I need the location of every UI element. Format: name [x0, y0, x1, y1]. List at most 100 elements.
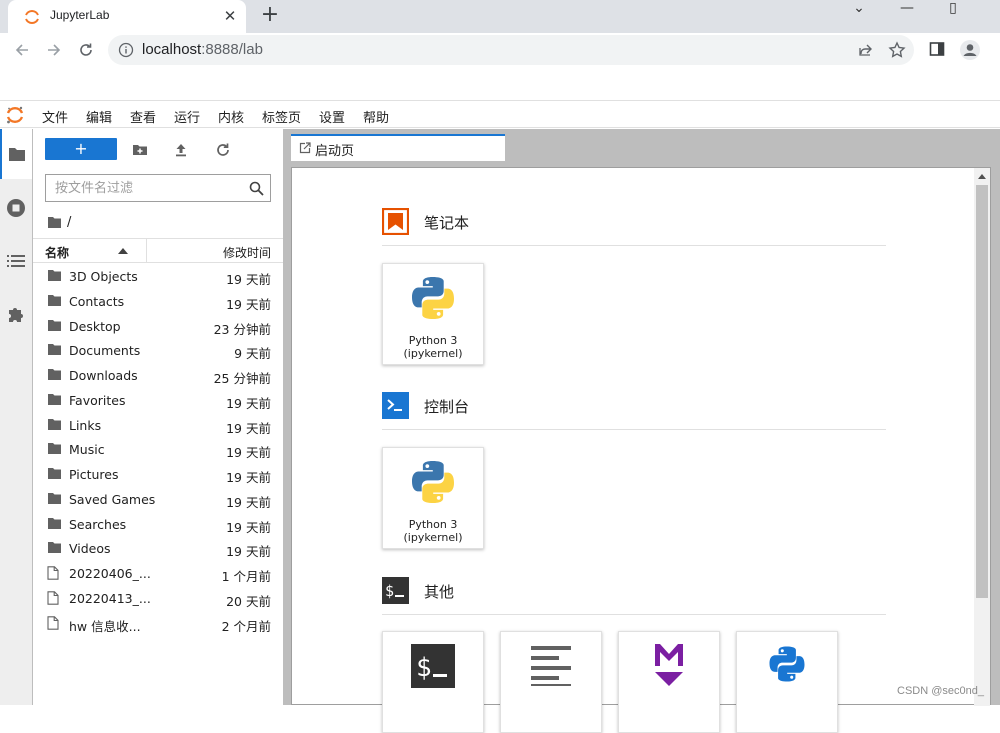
- scroll-up-icon[interactable]: [978, 174, 986, 179]
- file-row[interactable]: Downloads25 分钟前: [33, 363, 283, 388]
- file-name: Downloads: [69, 368, 138, 383]
- folder-icon: [47, 492, 62, 508]
- file-row[interactable]: Links19 天前: [33, 413, 283, 438]
- browser-tab[interactable]: JupyterLab ✕: [8, 0, 246, 33]
- sort-ascending-icon[interactable]: [118, 248, 128, 254]
- chevron-down-icon[interactable]: ⌄: [836, 0, 882, 20]
- launcher-tab-icon: [299, 142, 311, 154]
- folder-icon: [47, 442, 62, 458]
- file-name: Contacts: [69, 294, 124, 309]
- file-modified: 19 天前: [226, 294, 271, 313]
- text-file-card[interactable]: [500, 631, 602, 733]
- refresh-icon[interactable]: [214, 141, 232, 159]
- extension-manager-tab[interactable]: [0, 289, 32, 339]
- profile-avatar-icon[interactable]: [959, 39, 981, 61]
- column-name-header[interactable]: 名称: [45, 244, 69, 261]
- menu-edit[interactable]: 编辑: [86, 107, 112, 126]
- menu-settings[interactable]: 设置: [319, 107, 345, 126]
- menu-tabs[interactable]: 标签页: [262, 107, 301, 126]
- running-kernels-tab[interactable]: [0, 183, 32, 233]
- notebook-python3-card[interactable]: Python 3 (ipykernel): [382, 263, 484, 365]
- breadcrumb: /: [47, 214, 71, 230]
- folder-icon: [47, 368, 62, 384]
- file-row[interactable]: Contacts 19 天前: [33, 289, 283, 314]
- launcher-scrollbar[interactable]: [974, 168, 990, 706]
- file-row[interactable]: Desktop23 分钟前: [33, 314, 283, 339]
- reload-icon[interactable]: [74, 38, 98, 62]
- browser-toolbar: localhost:8888/lab: [0, 33, 1000, 67]
- terminal-card[interactable]: $: [382, 631, 484, 733]
- terminal-icon: $: [411, 644, 455, 688]
- file-row[interactable]: Music19 天前: [33, 437, 283, 462]
- file-name: 3D Objects: [69, 269, 138, 284]
- menu-run[interactable]: 运行: [174, 107, 200, 126]
- maximize-icon[interactable]: ▯: [930, 0, 976, 20]
- file-name: Links: [69, 418, 101, 433]
- new-launcher-button[interactable]: +: [45, 138, 117, 160]
- file-row[interactable]: Videos 19 天前: [33, 536, 283, 561]
- site-info-icon[interactable]: [118, 42, 134, 58]
- python-file-card[interactable]: [736, 631, 838, 733]
- breadcrumb-root[interactable]: /: [67, 215, 71, 230]
- console-python3-card[interactable]: Python 3 (ipykernel): [382, 447, 484, 549]
- text-file-icon: [531, 646, 571, 686]
- file-row[interactable]: 3D Objects 19 天前: [33, 264, 283, 289]
- file-name: hw 信息收...: [69, 616, 141, 635]
- menu-file[interactable]: 文件: [42, 107, 68, 126]
- notebook-icon: [382, 208, 409, 235]
- file-row[interactable]: hw 信息收...2 个月前: [33, 611, 283, 636]
- file-row[interactable]: Searches 19 天前: [33, 512, 283, 537]
- file-row[interactable]: Documents 9 天前: [33, 338, 283, 363]
- file-row[interactable]: Favorites19 天前: [33, 388, 283, 413]
- file-modified: 19 天前: [226, 517, 271, 536]
- scrollbar-thumb[interactable]: [976, 185, 988, 598]
- column-modified-header[interactable]: 修改时间: [223, 244, 271, 261]
- menu-view[interactable]: 查看: [130, 107, 156, 126]
- file-row[interactable]: Pictures19 天前: [33, 462, 283, 487]
- file-list-header: 名称 修改时间: [33, 238, 283, 263]
- watermark: CSDN @sec0nd_: [897, 685, 984, 697]
- file-modified: 20 天前: [226, 591, 271, 610]
- column-divider[interactable]: [146, 239, 147, 262]
- kernel-name: Python 3: [383, 334, 483, 347]
- new-tab-icon[interactable]: +: [258, 4, 282, 28]
- upload-icon[interactable]: [172, 141, 190, 159]
- search-icon[interactable]: [249, 181, 264, 196]
- home-folder-icon[interactable]: [47, 216, 62, 229]
- file-row[interactable]: 20220413_...20 天前: [33, 586, 283, 611]
- back-icon[interactable]: [10, 38, 34, 62]
- menu-help[interactable]: 帮助: [363, 107, 389, 126]
- file-name: Videos: [69, 541, 111, 556]
- forward-icon[interactable]: [42, 38, 66, 62]
- tab-launcher[interactable]: 启动页: [291, 134, 505, 161]
- file-modified: 19 天前: [226, 541, 271, 560]
- svg-text:$: $: [416, 653, 432, 683]
- table-of-contents-tab[interactable]: [0, 236, 32, 286]
- file-modified: 19 天前: [226, 492, 271, 511]
- file-row[interactable]: Saved Games 19 天前: [33, 487, 283, 512]
- filter-input[interactable]: [46, 175, 236, 201]
- folder-icon: [47, 343, 62, 359]
- menu-kernel[interactable]: 内核: [218, 107, 244, 126]
- bookmark-star-icon[interactable]: [888, 41, 906, 59]
- file-name: Saved Games: [69, 492, 155, 507]
- folder-icon: [47, 467, 62, 483]
- file-row[interactable]: 20220406_...1 个月前: [33, 561, 283, 586]
- file-name: Searches: [69, 517, 126, 532]
- close-tab-icon[interactable]: ✕: [222, 8, 238, 24]
- file-icon: [47, 616, 59, 633]
- file-name: Documents: [69, 343, 140, 358]
- console-icon: [382, 392, 409, 419]
- address-bar[interactable]: localhost:8888/lab: [108, 35, 914, 65]
- file-modified: 19 天前: [226, 269, 271, 288]
- file-icon: [47, 591, 59, 608]
- file-browser-tab[interactable]: [0, 129, 32, 179]
- side-panel-icon[interactable]: [929, 41, 945, 57]
- new-folder-icon[interactable]: [131, 141, 149, 159]
- share-icon[interactable]: [858, 42, 874, 58]
- minimize-icon[interactable]: —: [884, 0, 930, 20]
- url-host: localhost: [142, 41, 201, 58]
- jupyter-menubar: 文件 编辑 查看 运行 内核 标签页 设置 帮助: [0, 100, 1000, 128]
- file-modified: 9 天前: [234, 343, 271, 362]
- markdown-file-card[interactable]: [618, 631, 720, 733]
